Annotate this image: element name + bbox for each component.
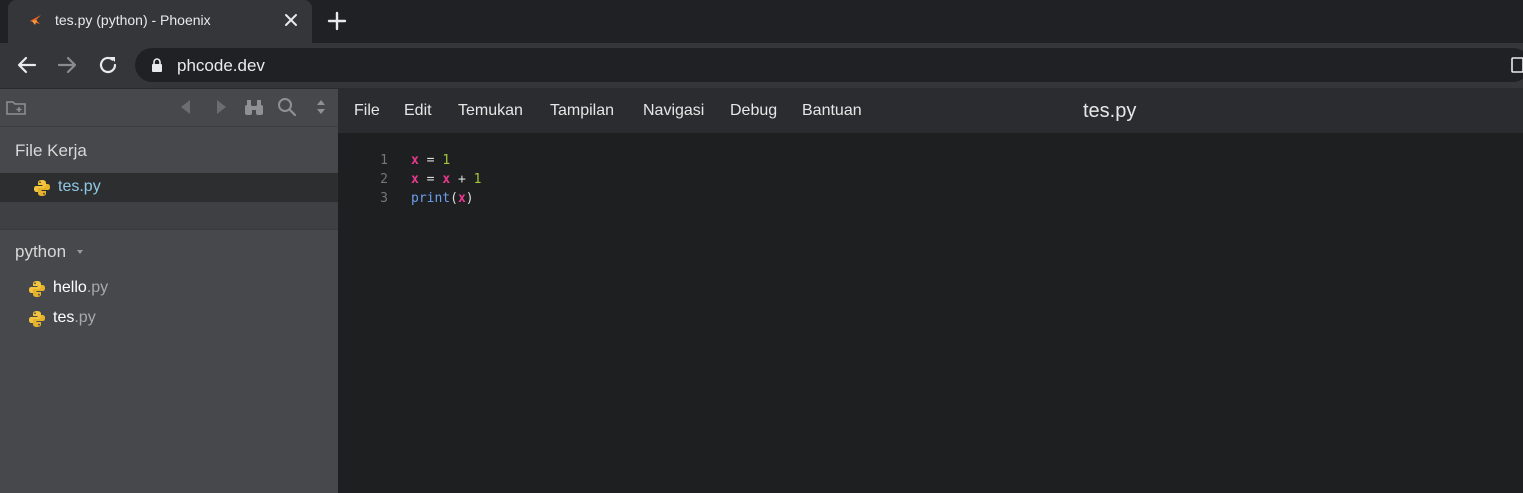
project-title[interactable]: python [15,242,66,262]
code-editor[interactable]: 1 x = 1 2 x = x + 1 3 print(x) [338,133,1523,493]
code-token: x [457,191,466,206]
code-token: 1 [473,172,482,187]
working-files-header: File Kerja [0,126,338,173]
line-code[interactable]: print(x) [411,191,474,206]
arrow-right-icon[interactable] [55,53,79,77]
navigate-forward-icon[interactable] [211,97,231,117]
file-name[interactable]: tes.py [53,309,96,327]
line-code[interactable]: x = x + 1 [411,172,481,187]
browser-toolbar: phcode.dev [0,43,1523,89]
file-extension: .py [86,279,109,296]
browser-tabstrip: tes.py (python) - Phoenix [0,0,1523,43]
code-token: x [411,153,419,168]
code-line[interactable]: 1 x = 1 [338,152,1523,171]
code-line[interactable]: 2 x = x + 1 [338,171,1523,190]
document-title: tes.py [1083,100,1137,122]
menu-help[interactable]: Bantuan [802,102,862,120]
python-file-icon [34,180,50,196]
lock-icon[interactable] [151,58,163,72]
arrow-left-icon[interactable] [15,53,39,77]
open-in-app-icon[interactable] [1510,55,1523,75]
python-file-icon [29,311,45,327]
code-line[interactable]: 3 print(x) [338,190,1523,209]
code-token: x [411,172,419,187]
file-tree-item[interactable]: hello.py [0,276,338,302]
code-token: print [411,191,451,206]
sort-icon[interactable] [311,97,331,117]
menu-edit[interactable]: Edit [404,102,432,120]
sidebar: File Kerja tes.py python hello.py tes.py [0,89,338,493]
code-token: ( [450,191,458,206]
reload-icon[interactable] [96,53,120,77]
code-token: ) [465,191,474,206]
code-token: x [442,172,451,187]
menu-navigate[interactable]: Navigasi [643,102,704,120]
working-file-item[interactable]: tes.py [0,173,338,202]
code-token: + [450,172,474,187]
chevron-down-icon[interactable] [77,250,83,254]
working-file-name[interactable]: tes.py [58,178,101,196]
menu-find[interactable]: Temukan [458,102,523,120]
tab-title: tes.py (python) - Phoenix [55,12,211,28]
python-file-icon [29,281,45,297]
code-token: 1 [442,153,451,168]
code-token: = [418,172,443,187]
file-extension: .py [74,309,96,326]
menu-debug[interactable]: Debug [730,102,777,120]
working-files-title: File Kerja [15,141,87,160]
navigate-back-icon[interactable] [176,97,196,117]
line-code[interactable]: x = 1 [411,153,450,168]
line-number: 3 [380,191,388,206]
url-text[interactable]: phcode.dev [177,56,265,76]
line-number: 2 [380,172,388,187]
code-token: = [418,153,443,168]
address-bar[interactable]: phcode.dev [135,48,1523,82]
menu-file[interactable]: File [354,102,380,120]
line-number: 1 [380,153,388,168]
sidebar-toolbar [0,89,338,126]
new-folder-icon[interactable] [6,97,26,117]
search-icon[interactable] [277,97,297,117]
binoculars-icon[interactable] [244,97,264,117]
file-basename: hello [53,279,87,296]
plus-icon[interactable] [326,10,348,32]
phoenix-favicon-icon [30,15,41,25]
file-basename: tes [53,309,75,326]
file-name[interactable]: hello.py [53,279,108,297]
menu-view[interactable]: Tampilan [550,102,614,120]
browser-tab[interactable]: tes.py (python) - Phoenix [8,0,312,43]
file-tree-item[interactable]: tes.py [0,306,338,332]
menu-bar: File Edit Temukan Tampilan Navigasi Debu… [338,89,1523,133]
sidebar-divider [0,202,338,230]
close-icon[interactable] [282,11,300,29]
